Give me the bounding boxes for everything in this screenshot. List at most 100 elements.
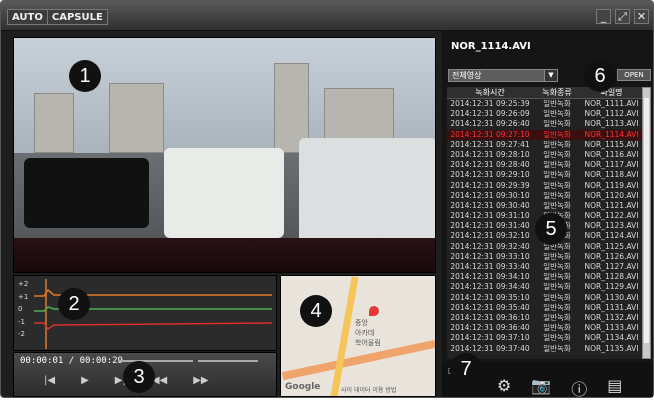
map-credit: 사이 데이터 이용 방법 xyxy=(341,387,397,394)
title-bar: AUTO CAPSULE _ ⤢ ✕ xyxy=(1,1,653,31)
table-row[interactable]: 2014:12:31 09:36:10 일반녹화 NOR_1132.AVI xyxy=(447,313,642,323)
video-car-black xyxy=(24,158,149,228)
table-cell: NOR_1127.AVI xyxy=(584,262,639,271)
table-cell: 2014:12:31 09:31:40 xyxy=(450,221,530,231)
table-cell: 2014:12:31 09:35:10 xyxy=(450,292,530,302)
table-row[interactable]: 2014:12:31 09:30:40 일반녹화 NOR_1121.AVI xyxy=(447,201,642,211)
seek-slider[interactable] xyxy=(118,360,193,362)
table-cell: 일반녹화 xyxy=(543,160,571,170)
table-cell: 일반녹화 xyxy=(543,129,571,139)
table-cell: NOR_1121.AVI xyxy=(584,200,639,210)
filter-value: 전체영상 xyxy=(452,71,482,80)
callout-1: 1 xyxy=(69,60,101,92)
table-row[interactable]: 2014:12:31 09:37:40 일반녹화 NOR_1135.AVI xyxy=(447,344,642,354)
table-cell: 일반녹화 xyxy=(543,251,571,261)
map-view[interactable]: 중앙 아카데 학어울림 Google 사이 데이터 이용 방법 xyxy=(280,275,436,397)
table-row[interactable]: 2014:12:31 09:36:40 일반녹화 NOR_1133.AVI xyxy=(447,323,642,333)
table-row[interactable]: 2014:12:31 09:27:10 일반녹화 NOR_1114.AVI xyxy=(447,129,642,140)
current-filename: NOR_1114.AVI xyxy=(451,41,531,52)
table-cell: NOR_1125.AVI xyxy=(584,241,639,251)
volume-slider[interactable] xyxy=(198,360,258,362)
gear-icon[interactable]: ⚙ xyxy=(497,376,511,400)
table-cell: 일반녹화 xyxy=(543,333,571,343)
table-header: 녹화시간 녹화종류 파일명 xyxy=(447,87,642,99)
table-row[interactable]: 2014:12:31 09:35:40 일반녹화 NOR_1131.AVI xyxy=(447,303,642,313)
table-cell: 2014:12:31 09:25:39 xyxy=(450,99,530,108)
table-cell: NOR_1131.AVI xyxy=(584,302,639,312)
table-row[interactable]: 2014:12:31 09:29:39 일반녹화 NOR_1119.AVI xyxy=(447,181,642,191)
graph-ytick: +2 xyxy=(18,280,29,288)
chevron-down-icon: ▼ xyxy=(544,70,557,81)
table-cell: 일반녹화 xyxy=(543,149,571,159)
table-cell: 2014:12:31 09:27:41 xyxy=(450,139,530,149)
table-cell: NOR_1133.AVI xyxy=(584,323,639,333)
graph-ytick: 0 xyxy=(18,305,23,313)
table-cell: 일반녹화 xyxy=(543,109,571,119)
map-logo: Google xyxy=(285,382,321,392)
scrollbar[interactable] xyxy=(642,87,651,359)
graph-ytick: +1 xyxy=(18,292,29,301)
close-button[interactable]: ✕ xyxy=(634,9,649,24)
map-label: 중앙 아카데 학어울림 xyxy=(355,319,381,347)
open-button[interactable]: OPEN xyxy=(617,69,651,81)
graph-ytick: -2 xyxy=(18,330,25,338)
table-cell: NOR_1113.AVI xyxy=(584,119,639,129)
table-cell: NOR_1132.AVI xyxy=(584,312,639,322)
skip-start-icon[interactable]: |◀ xyxy=(44,375,55,386)
table-row[interactable]: 2014:12:31 09:26:40 일반녹화 NOR_1113.AVI xyxy=(447,119,642,129)
table-cell: 2014:12:31 09:30:40 xyxy=(450,200,530,210)
fast-forward-icon[interactable]: ▶▶ xyxy=(193,375,208,386)
table-cell: 2014:12:31 09:26:09 xyxy=(450,109,530,119)
table-row[interactable]: 2014:12:31 09:28:10 일반녹화 NOR_1116.AVI xyxy=(447,150,642,160)
column-header: 녹화종류 xyxy=(542,88,572,97)
play-icon[interactable]: ▶ xyxy=(81,375,89,386)
table-cell: 일반녹화 xyxy=(543,323,571,333)
table-cell: 2014:12:31 09:32:40 xyxy=(450,241,530,251)
table-row[interactable]: 2014:12:31 09:28:40 일반녹화 NOR_1117.AVI xyxy=(447,160,642,170)
table-cell: NOR_1122.AVI xyxy=(584,211,639,221)
table-cell: NOR_1129.AVI xyxy=(584,282,639,292)
map-pin-icon xyxy=(369,306,379,316)
sd-card-icon[interactable]: ▤ xyxy=(607,376,622,400)
table-row[interactable]: 2014:12:31 09:34:40 일반녹화 NOR_1129.AVI xyxy=(447,282,642,292)
table-row[interactable]: 2014:12:31 09:27:41 일반녹화 NOR_1115.AVI xyxy=(447,140,642,150)
table-cell: 2014:12:31 09:34:40 xyxy=(450,282,530,292)
callout-6: 6 xyxy=(584,60,616,92)
table-cell: 2014:12:31 09:32:10 xyxy=(450,231,530,241)
table-row[interactable]: 2014:12:31 09:33:40 일반녹화 NOR_1127.AVI xyxy=(447,262,642,272)
table-cell: NOR_1120.AVI xyxy=(584,190,639,200)
table-cell: 일반녹화 xyxy=(543,170,571,180)
table-row[interactable]: 2014:12:31 09:34:10 일반녹화 NOR_1128.AVI xyxy=(447,272,642,282)
table-cell: NOR_1128.AVI xyxy=(584,272,639,282)
table-cell: 일반녹화 xyxy=(543,312,571,322)
table-row[interactable]: 2014:12:31 09:35:10 일반녹화 NOR_1130.AVI xyxy=(447,293,642,303)
app-logo: AUTO CAPSULE xyxy=(7,9,108,25)
callout-5: 5 xyxy=(535,213,567,245)
column-header: 녹화시간 xyxy=(475,88,505,97)
table-row[interactable]: 2014:12:31 09:30:10 일반녹화 NOR_1120.AVI xyxy=(447,191,642,201)
camera-icon[interactable]: 📷 xyxy=(531,376,551,400)
filter-select[interactable]: 전체영상 ▼ xyxy=(448,69,558,82)
table-cell: 2014:12:31 09:31:10 xyxy=(450,211,530,221)
table-row[interactable]: 2014:12:31 09:37:10 일반녹화 NOR_1134.AVI xyxy=(447,333,642,343)
table-cell: 일반녹화 xyxy=(543,139,571,149)
table-cell: 2014:12:31 09:36:10 xyxy=(450,312,530,322)
table-cell: 2014:12:31 09:28:10 xyxy=(450,149,530,159)
playback-time: 00:00:01 / 00:00:29 xyxy=(20,356,123,366)
table-cell: NOR_1112.AVI xyxy=(584,109,639,119)
info-icon[interactable]: ⓘ xyxy=(571,376,587,400)
table-cell: NOR_1123.AVI xyxy=(584,221,639,231)
scrollbar-thumb[interactable] xyxy=(644,98,649,343)
table-cell: 2014:12:31 09:27:10 xyxy=(450,129,530,139)
table-cell: 2014:12:31 09:28:40 xyxy=(450,160,530,170)
table-cell: NOR_1114.AVI xyxy=(584,129,639,139)
brand-auto: AUTO xyxy=(7,9,48,25)
table-row[interactable]: 2014:12:31 09:26:09 일반녹화 NOR_1112.AVI xyxy=(447,109,642,119)
minimize-button[interactable]: _ xyxy=(596,9,611,24)
table-row[interactable]: 2014:12:31 09:33:10 일반녹화 NOR_1126.AVI xyxy=(447,252,642,262)
table-row[interactable]: 2014:12:31 09:25:39 일반녹화 NOR_1111.AVI xyxy=(447,99,642,109)
table-cell: NOR_1118.AVI xyxy=(584,170,639,180)
table-row[interactable]: 2014:12:31 09:29:10 일반녹화 NOR_1118.AVI xyxy=(447,170,642,180)
table-cell: 일반녹화 xyxy=(543,262,571,271)
fullscreen-button[interactable]: ⤢ xyxy=(615,9,630,24)
